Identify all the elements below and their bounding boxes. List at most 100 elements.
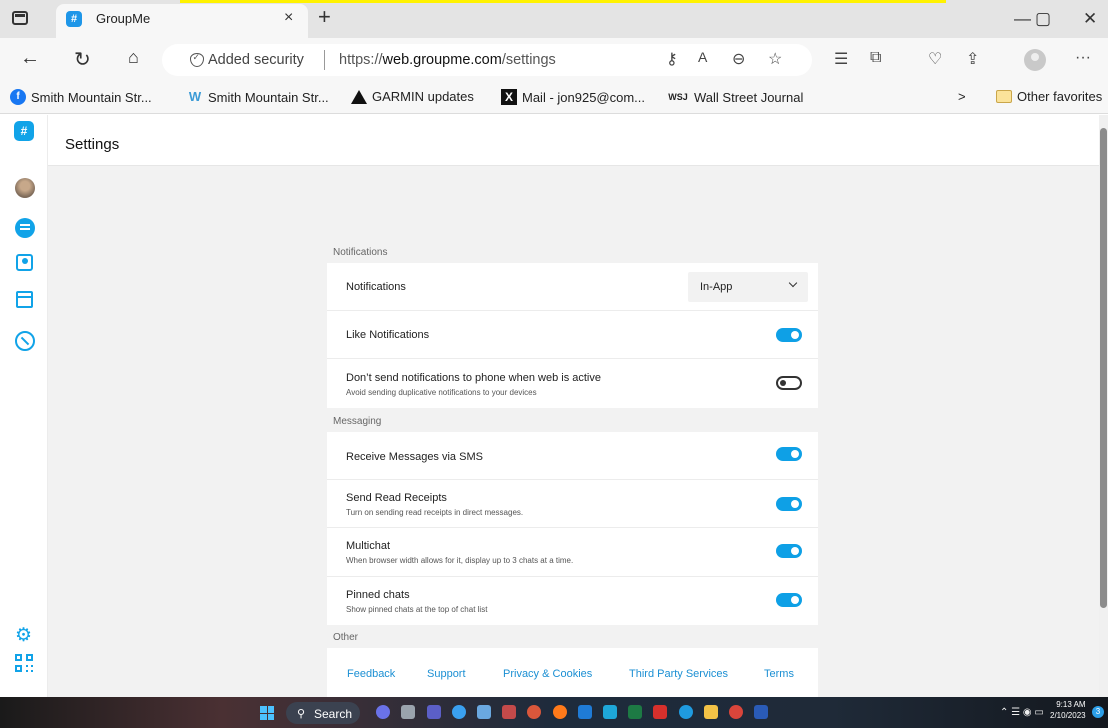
yellow-highlight-bar (180, 0, 946, 3)
notifications-label: Notifications (346, 281, 406, 293)
back-icon[interactable]: ← (20, 47, 40, 70)
profile-avatar[interactable] (1024, 49, 1046, 71)
system-tray-icons[interactable]: ⌃ ☰ ◉ ▭ (1000, 707, 1044, 718)
share-icon[interactable]: ⇪ (966, 49, 979, 69)
tab-close-icon[interactable]: × (284, 9, 293, 27)
page-title: Settings (65, 136, 120, 153)
multichat-toggle[interactable] (776, 544, 802, 558)
bookmark-label: Smith Mountain Str... (208, 89, 329, 105)
firefox-icon[interactable] (553, 705, 567, 719)
support-link[interactable]: Support (427, 668, 466, 680)
bookmarks-overflow-chevron[interactable]: > (958, 89, 966, 104)
collections-icon[interactable]: ⧉ (870, 49, 881, 67)
pinned-chats-toggle[interactable] (776, 593, 802, 607)
read-receipts-description: Turn on sending read receipts in direct … (346, 508, 524, 517)
sms-row: Receive Messages via SMS (327, 432, 818, 480)
folder-icon (996, 90, 1012, 103)
scrollbar-thumb[interactable] (1100, 128, 1107, 608)
file-explorer-icon[interactable] (704, 705, 718, 719)
mail-icon[interactable] (603, 705, 617, 719)
chat-app-icon[interactable] (376, 705, 390, 719)
edge-icon[interactable] (679, 705, 693, 719)
contacts-icon[interactable] (16, 254, 33, 271)
chrome-icon[interactable] (729, 705, 743, 719)
multichat-label: Multichat (346, 540, 391, 552)
refresh-icon[interactable]: ↻ (74, 47, 91, 72)
app-icon[interactable] (527, 705, 541, 719)
pinned-chats-label: Pinned chats (346, 589, 410, 601)
qr-code-icon[interactable] (15, 654, 34, 673)
url-divider (324, 50, 325, 70)
new-tab-button[interactable]: + (318, 4, 331, 30)
x-mail-icon: X (501, 89, 517, 105)
bookmark-label: Smith Mountain Str... (31, 89, 152, 105)
notification-center-badge[interactable]: 3 (1092, 706, 1104, 718)
settings-app-icon[interactable] (401, 705, 415, 719)
terms-link[interactable]: Terms (764, 668, 794, 680)
add-favorite-icon[interactable]: ☆ (768, 49, 782, 69)
clock-time: 9:13 AM (1056, 700, 1086, 709)
read-receipts-toggle[interactable] (776, 497, 802, 511)
bookmark-item[interactable]: f Smith Mountain Str... (10, 89, 152, 105)
discover-icon[interactable] (15, 331, 35, 351)
feedback-link[interactable]: Feedback (347, 668, 395, 680)
read-aloud-icon[interactable]: A (698, 49, 707, 65)
taskbar-clock[interactable]: 9:13 AM 2/10/2023 (1050, 699, 1086, 721)
section-label-messaging: Messaging (333, 416, 382, 427)
app-icon[interactable] (502, 705, 516, 719)
pinned-chats-description: Show pinned chats at the top of chat lis… (346, 605, 488, 614)
zoom-icon[interactable]: ⊖ (732, 49, 745, 69)
tab-actions-icon[interactable] (12, 11, 28, 25)
browser-essentials-icon[interactable]: ♡ (928, 49, 942, 69)
favorites-icon[interactable]: ☰ (834, 49, 848, 69)
other-favorites-folder[interactable]: Other favorites (996, 89, 1102, 104)
browser-tab-groupme[interactable] (56, 4, 308, 38)
bookmark-item[interactable]: W Smith Mountain Str... (187, 89, 329, 105)
third-party-services-link[interactable]: Third Party Services (629, 668, 728, 680)
close-window-button[interactable]: ✕ (1083, 9, 1097, 29)
read-receipts-label: Send Read Receipts (346, 492, 447, 504)
notifications-mode-select[interactable]: In-App (688, 272, 808, 302)
windows-start-icon[interactable] (260, 706, 274, 720)
url-text[interactable]: https://web.groupme.com/settings (339, 52, 556, 68)
like-notifications-toggle[interactable] (776, 328, 802, 342)
bookmark-item[interactable]: WSJ Wall Street Journal (667, 89, 803, 105)
tab-title: GroupMe (96, 11, 151, 26)
excel-icon[interactable] (628, 705, 642, 719)
groupme-logo-icon[interactable]: # (14, 121, 34, 141)
multichat-row: Multichat When browser width allows for … (327, 528, 818, 577)
bookmark-item[interactable]: X Mail - jon925@com... (501, 89, 645, 105)
outlook-icon[interactable] (578, 705, 592, 719)
dont-send-description: Avoid sending duplicative notifications … (346, 388, 537, 397)
security-label[interactable]: Added security (208, 52, 304, 68)
acrobat-icon[interactable] (653, 705, 667, 719)
dont-send-toggle[interactable] (776, 376, 802, 390)
sms-toggle[interactable] (776, 447, 802, 461)
app-icon[interactable] (477, 705, 491, 719)
bookmark-label: Wall Street Journal (694, 89, 804, 105)
notifications-card: Notifications In-App Like Notifications … (327, 263, 818, 408)
teams-icon[interactable] (427, 705, 441, 719)
bookmark-label: GARMIN updates (372, 89, 474, 104)
archive-icon[interactable] (16, 291, 33, 308)
app-icon[interactable] (452, 705, 466, 719)
taskbar-search-label: Search (314, 707, 353, 721)
chats-icon[interactable] (15, 218, 35, 238)
pinned-chats-row: Pinned chats Show pinned chats at the to… (327, 577, 818, 625)
other-favorites-label: Other favorites (1017, 89, 1103, 104)
word-icon[interactable] (754, 705, 768, 719)
minimize-button[interactable]: — (1014, 9, 1031, 29)
more-menu-icon[interactable]: ··· (1075, 49, 1091, 67)
left-navigation (0, 115, 48, 697)
restore-button[interactable]: ▢ (1035, 9, 1051, 29)
multichat-description: When browser width allows for it, displa… (346, 556, 574, 565)
clock-date: 2/10/2023 (1050, 711, 1086, 720)
privacy-cookies-link[interactable]: Privacy & Cookies (503, 668, 592, 680)
section-label-other: Other (333, 632, 359, 643)
home-icon[interactable]: ⌂ (128, 47, 139, 68)
settings-gear-icon[interactable]: ⚙ (15, 626, 32, 646)
bookmark-item[interactable]: GARMIN updates (351, 89, 474, 104)
groupme-favicon-icon: # (66, 11, 82, 27)
password-key-icon[interactable]: ⚷ (666, 49, 678, 69)
user-avatar[interactable] (15, 178, 35, 198)
